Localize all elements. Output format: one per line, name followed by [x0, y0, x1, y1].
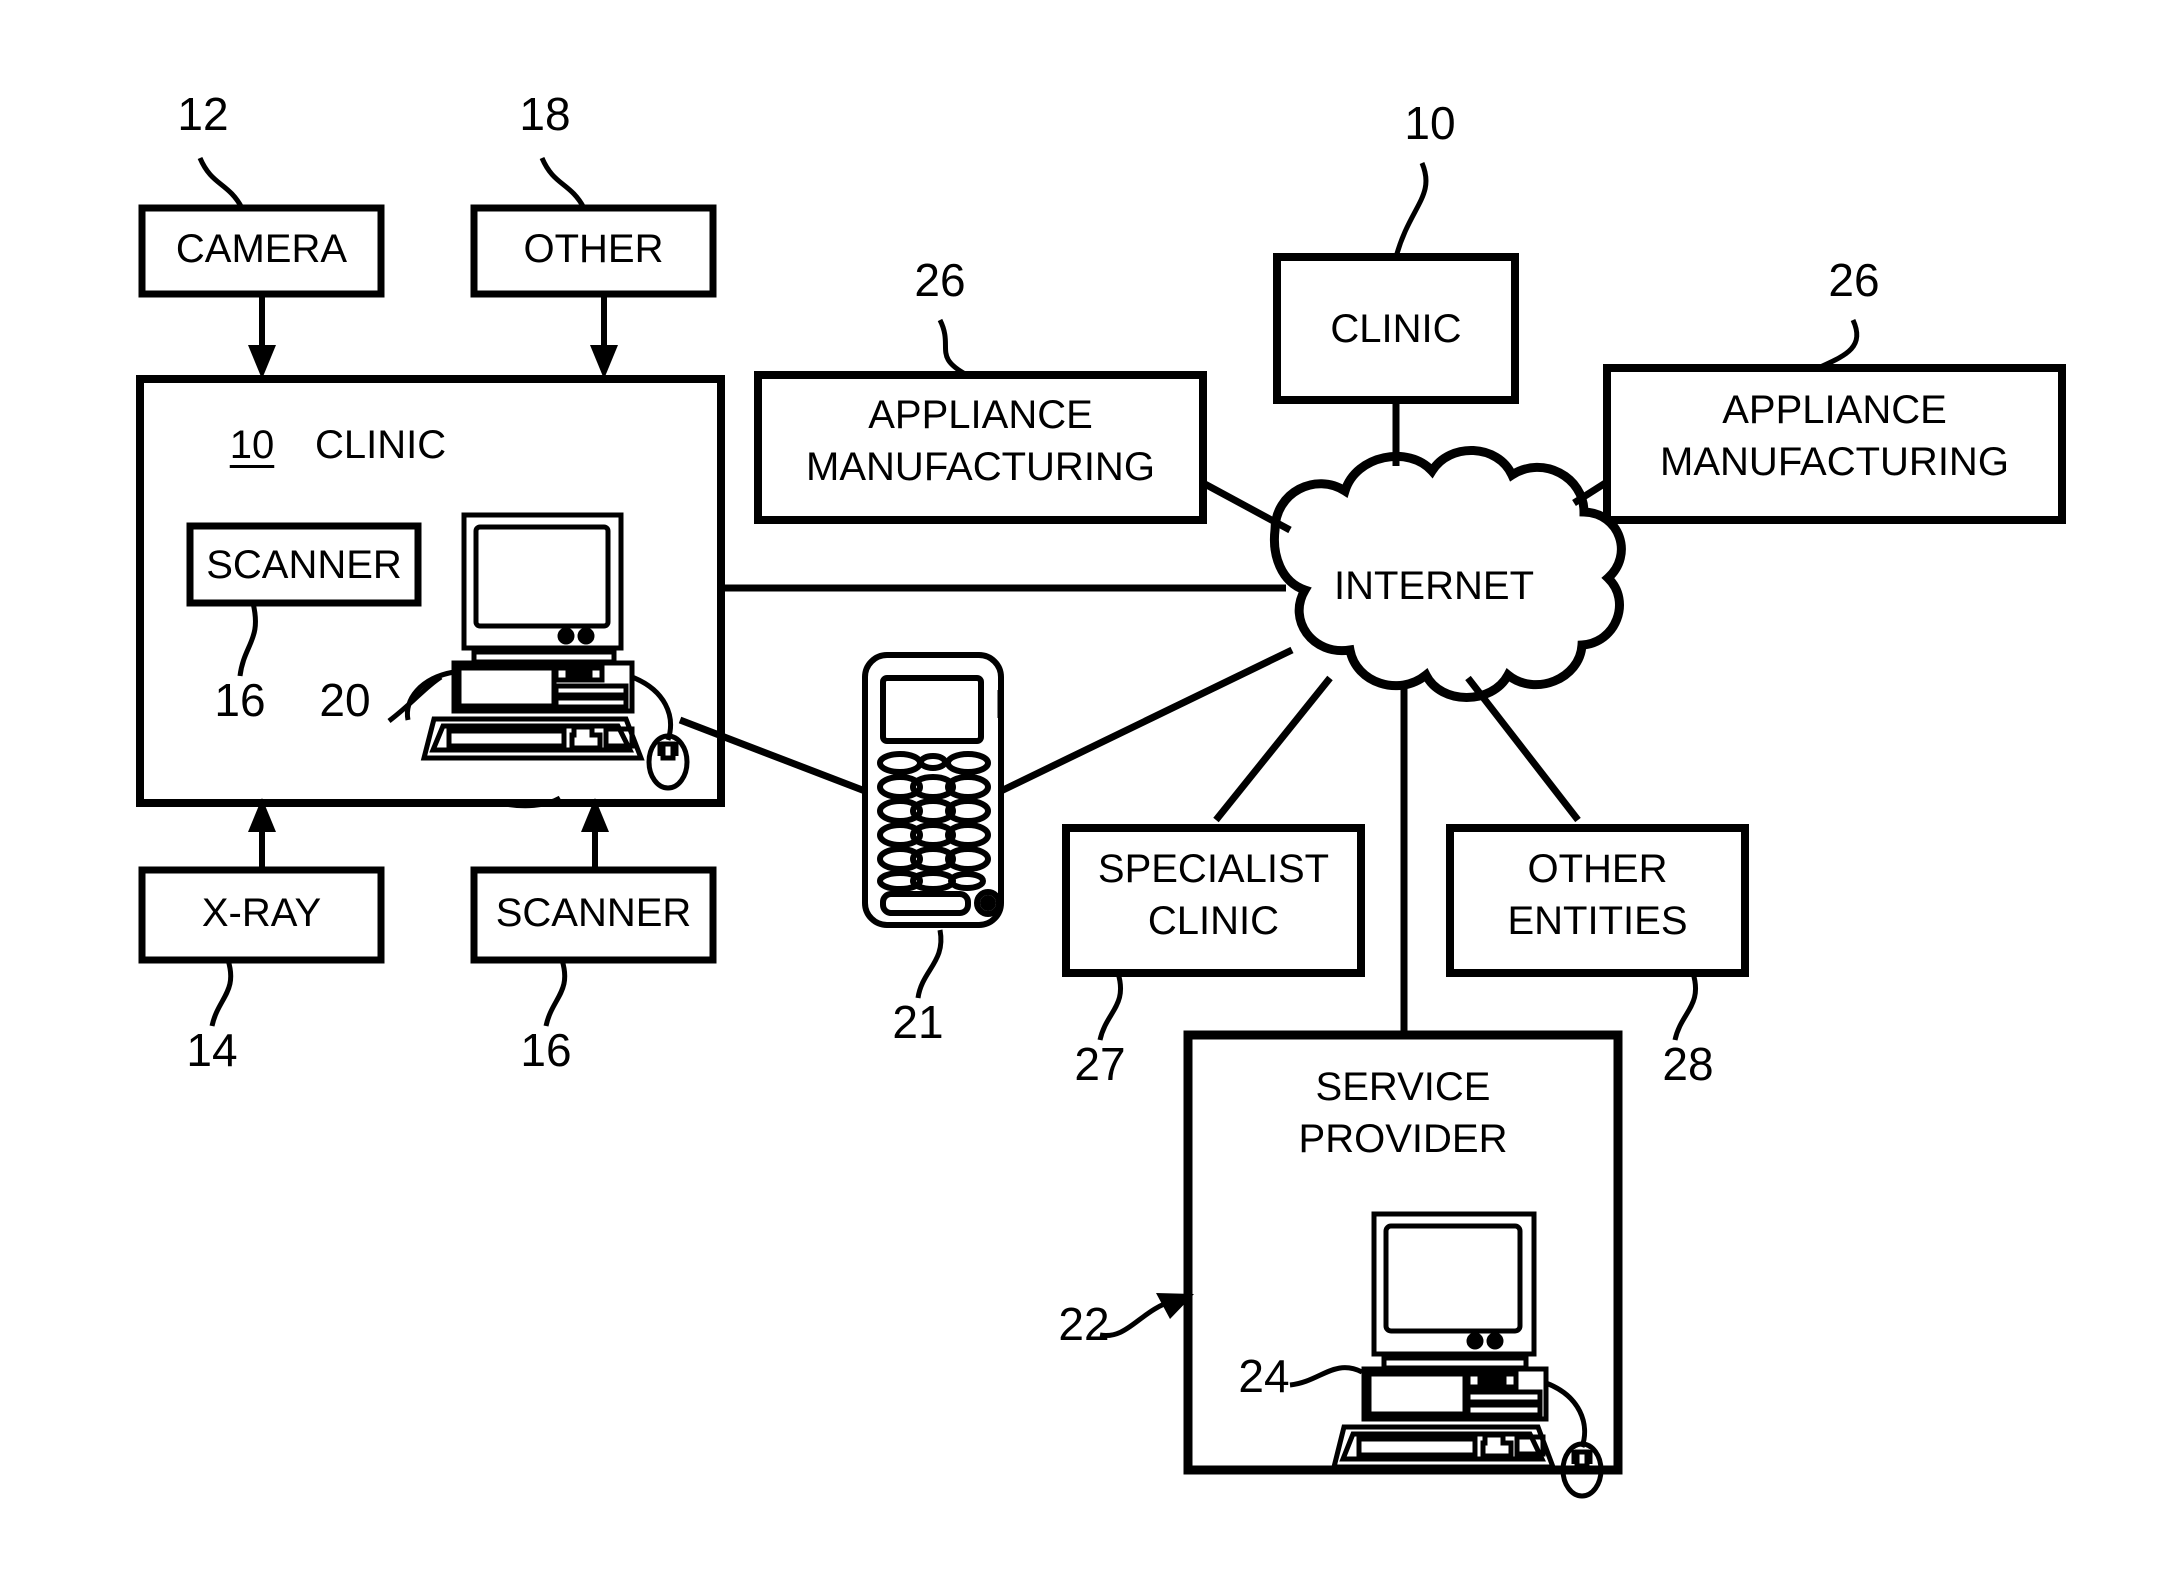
ref-number-16-bottom: 16	[520, 1024, 572, 1076]
patent-figure: 12 CAMERA 18 OTHER 10 CLINIC SCANNER 16 …	[0, 0, 2181, 1578]
ref-number-27: 27	[1074, 1038, 1126, 1090]
other-box-label: OTHER	[523, 227, 664, 271]
link-otherentities-to-internet	[1465, 675, 1581, 823]
lead-line-21	[915, 929, 944, 999]
lead-line-16-bottom	[543, 959, 568, 1027]
ref-number-20: 20	[319, 674, 371, 726]
mobile-phone-icon	[862, 652, 1004, 928]
ref-number-26-left: 26	[914, 254, 966, 306]
lead-line-14	[209, 959, 234, 1027]
scanner-bottom-label: SCANNER	[495, 891, 692, 935]
link-clinic-local-to-mobile	[678, 716, 867, 795]
lead-line-16-inner	[237, 602, 258, 677]
ref-number-14: 14	[186, 1024, 238, 1076]
camera-box-label: CAMERA	[175, 227, 348, 271]
arrowhead-camera	[248, 345, 276, 379]
lead-line-27	[1097, 972, 1124, 1041]
ref-number-28: 28	[1662, 1038, 1714, 1090]
ref-number-24: 24	[1238, 1350, 1290, 1402]
service-provider-line2: PROVIDER	[1298, 1117, 1508, 1161]
specialist-clinic-line2: CLINIC	[1147, 899, 1280, 943]
clinic-local-ref-number: 10	[229, 423, 275, 467]
appliance-mfg-right-line1: APPLIANCE	[1722, 388, 1947, 432]
link-specialist-to-internet	[1213, 675, 1333, 823]
lead-line-20	[387, 674, 443, 723]
ref-number-18: 18	[519, 88, 571, 140]
other-entities-line2: ENTITIES	[1507, 899, 1688, 943]
arrowhead-other	[590, 345, 618, 379]
other-entities-line1: OTHER	[1527, 847, 1668, 891]
ref-number-16-inner: 16	[214, 674, 266, 726]
appliance-mfg-left-line2: MANUFACTURING	[806, 445, 1155, 489]
appliance-mfg-right-line2: MANUFACTURING	[1660, 440, 2009, 484]
xray-box-label: X-RAY	[201, 891, 322, 935]
ref-number-22: 22	[1058, 1298, 1110, 1350]
ref-number-21: 21	[892, 996, 944, 1048]
lead-line-26-right	[1816, 318, 1860, 371]
clinic-local-label: CLINIC	[315, 423, 447, 467]
ref-number-12: 12	[177, 88, 229, 140]
lead-line-28	[1672, 972, 1699, 1041]
lead-line-10-remote	[1393, 162, 1429, 258]
internet-label: INTERNET	[1334, 564, 1534, 608]
lead-line-26-left	[937, 318, 969, 378]
ref-number-10-remote: 10	[1404, 97, 1456, 149]
service-provider-computer-icon	[1330, 1211, 1604, 1499]
lead-line-18	[539, 156, 587, 210]
link-mobile-to-internet	[999, 646, 1294, 795]
specialist-clinic-line1: SPECIALIST	[1097, 847, 1330, 891]
lead-line-12	[197, 156, 245, 210]
clinic-remote-label: CLINIC	[1330, 307, 1462, 351]
scanner-inner-label: SCANNER	[206, 543, 402, 587]
ref-number-26-right: 26	[1828, 254, 1880, 306]
appliance-mfg-left-line1: APPLIANCE	[868, 393, 1093, 437]
workstation-computer-icon	[404, 512, 690, 791]
service-provider-line1: SERVICE	[1315, 1065, 1491, 1109]
